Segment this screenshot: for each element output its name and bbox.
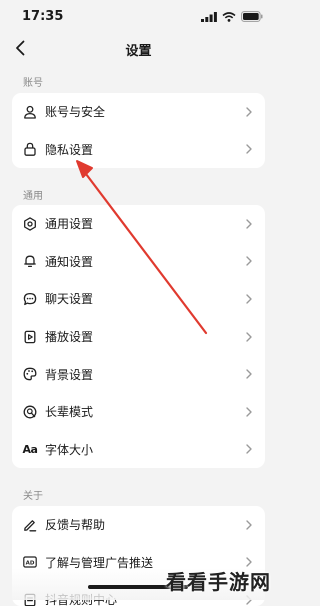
edit-icon (23, 518, 37, 532)
settings-item-label: 隐私设置 (45, 142, 94, 157)
elder-mode-icon (23, 405, 37, 419)
card-general: 通用设置 通知设置 聊天设置 播放设置 背景设置 长辈模式 Aa 字体大小 (12, 205, 265, 469)
settings-item-label: 通知设置 (45, 254, 94, 269)
battery-icon (241, 11, 263, 22)
chevron-right-icon (245, 520, 253, 530)
settings-item-label: 字体大小 (45, 442, 94, 457)
lock-icon (23, 142, 37, 157)
font-size-icon: Aa (22, 442, 38, 456)
chevron-right-icon (245, 107, 253, 117)
section-label-account: 账号 (23, 78, 43, 89)
bell-icon (23, 254, 37, 268)
settings-item-general[interactable]: 通用设置 (12, 205, 265, 243)
settings-item-label: 通用设置 (45, 217, 94, 232)
chevron-right-icon (245, 256, 253, 267)
nav-bar: 设置 (0, 34, 277, 64)
signal-icon (201, 11, 217, 22)
play-icon (23, 330, 37, 344)
chevron-right-icon (245, 144, 253, 155)
chevron-right-icon (245, 369, 253, 379)
status-icons (201, 11, 263, 22)
chevron-right-icon (245, 444, 253, 455)
settings-item-label: 长辈模式 (45, 405, 94, 420)
chat-icon (23, 292, 37, 306)
chevron-right-icon (245, 219, 253, 229)
watermark: 看看手游网 (166, 570, 271, 594)
section-label-general: 通用 (23, 191, 43, 202)
settings-item-notifications[interactable]: 通知设置 (12, 243, 265, 281)
settings-item-privacy[interactable]: 隐私设置 (12, 131, 265, 169)
settings-item-background[interactable]: 背景设置 (12, 355, 265, 393)
ad-icon-text: AD (26, 561, 35, 567)
section-label-about: 关于 (23, 491, 43, 502)
chevron-right-icon (245, 407, 253, 417)
settings-item-label: 背景设置 (45, 367, 94, 382)
chevron-right-icon (245, 294, 253, 304)
settings-item-label: 播放设置 (45, 330, 94, 345)
palette-icon (23, 367, 37, 381)
card-account: 账号与安全 隐私设置 (12, 93, 265, 169)
settings-item-font-size[interactable]: Aa 字体大小 (12, 431, 265, 469)
wifi-icon (222, 11, 236, 22)
settings-item-account-security[interactable]: 账号与安全 (12, 93, 265, 131)
gear-icon (23, 217, 37, 231)
ad-icon: AD (23, 555, 37, 569)
settings-item-elder-mode[interactable]: 长辈模式 (12, 393, 265, 431)
settings-item-playback[interactable]: 播放设置 (12, 318, 265, 356)
status-bar: 17:35 (0, 0, 277, 34)
page-title: 设置 (125, 44, 152, 59)
settings-item-label: 反馈与帮助 (45, 518, 106, 533)
settings-item-chat[interactable]: 聊天设置 (12, 280, 265, 318)
settings-item-feedback[interactable]: 反馈与帮助 (12, 506, 265, 544)
status-time: 17:35 (22, 9, 64, 24)
user-icon (23, 105, 37, 119)
settings-item-label: 账号与安全 (45, 105, 106, 120)
rules-icon (23, 593, 37, 606)
settings-item-label: 聊天设置 (45, 292, 94, 307)
chevron-right-icon (245, 331, 253, 342)
